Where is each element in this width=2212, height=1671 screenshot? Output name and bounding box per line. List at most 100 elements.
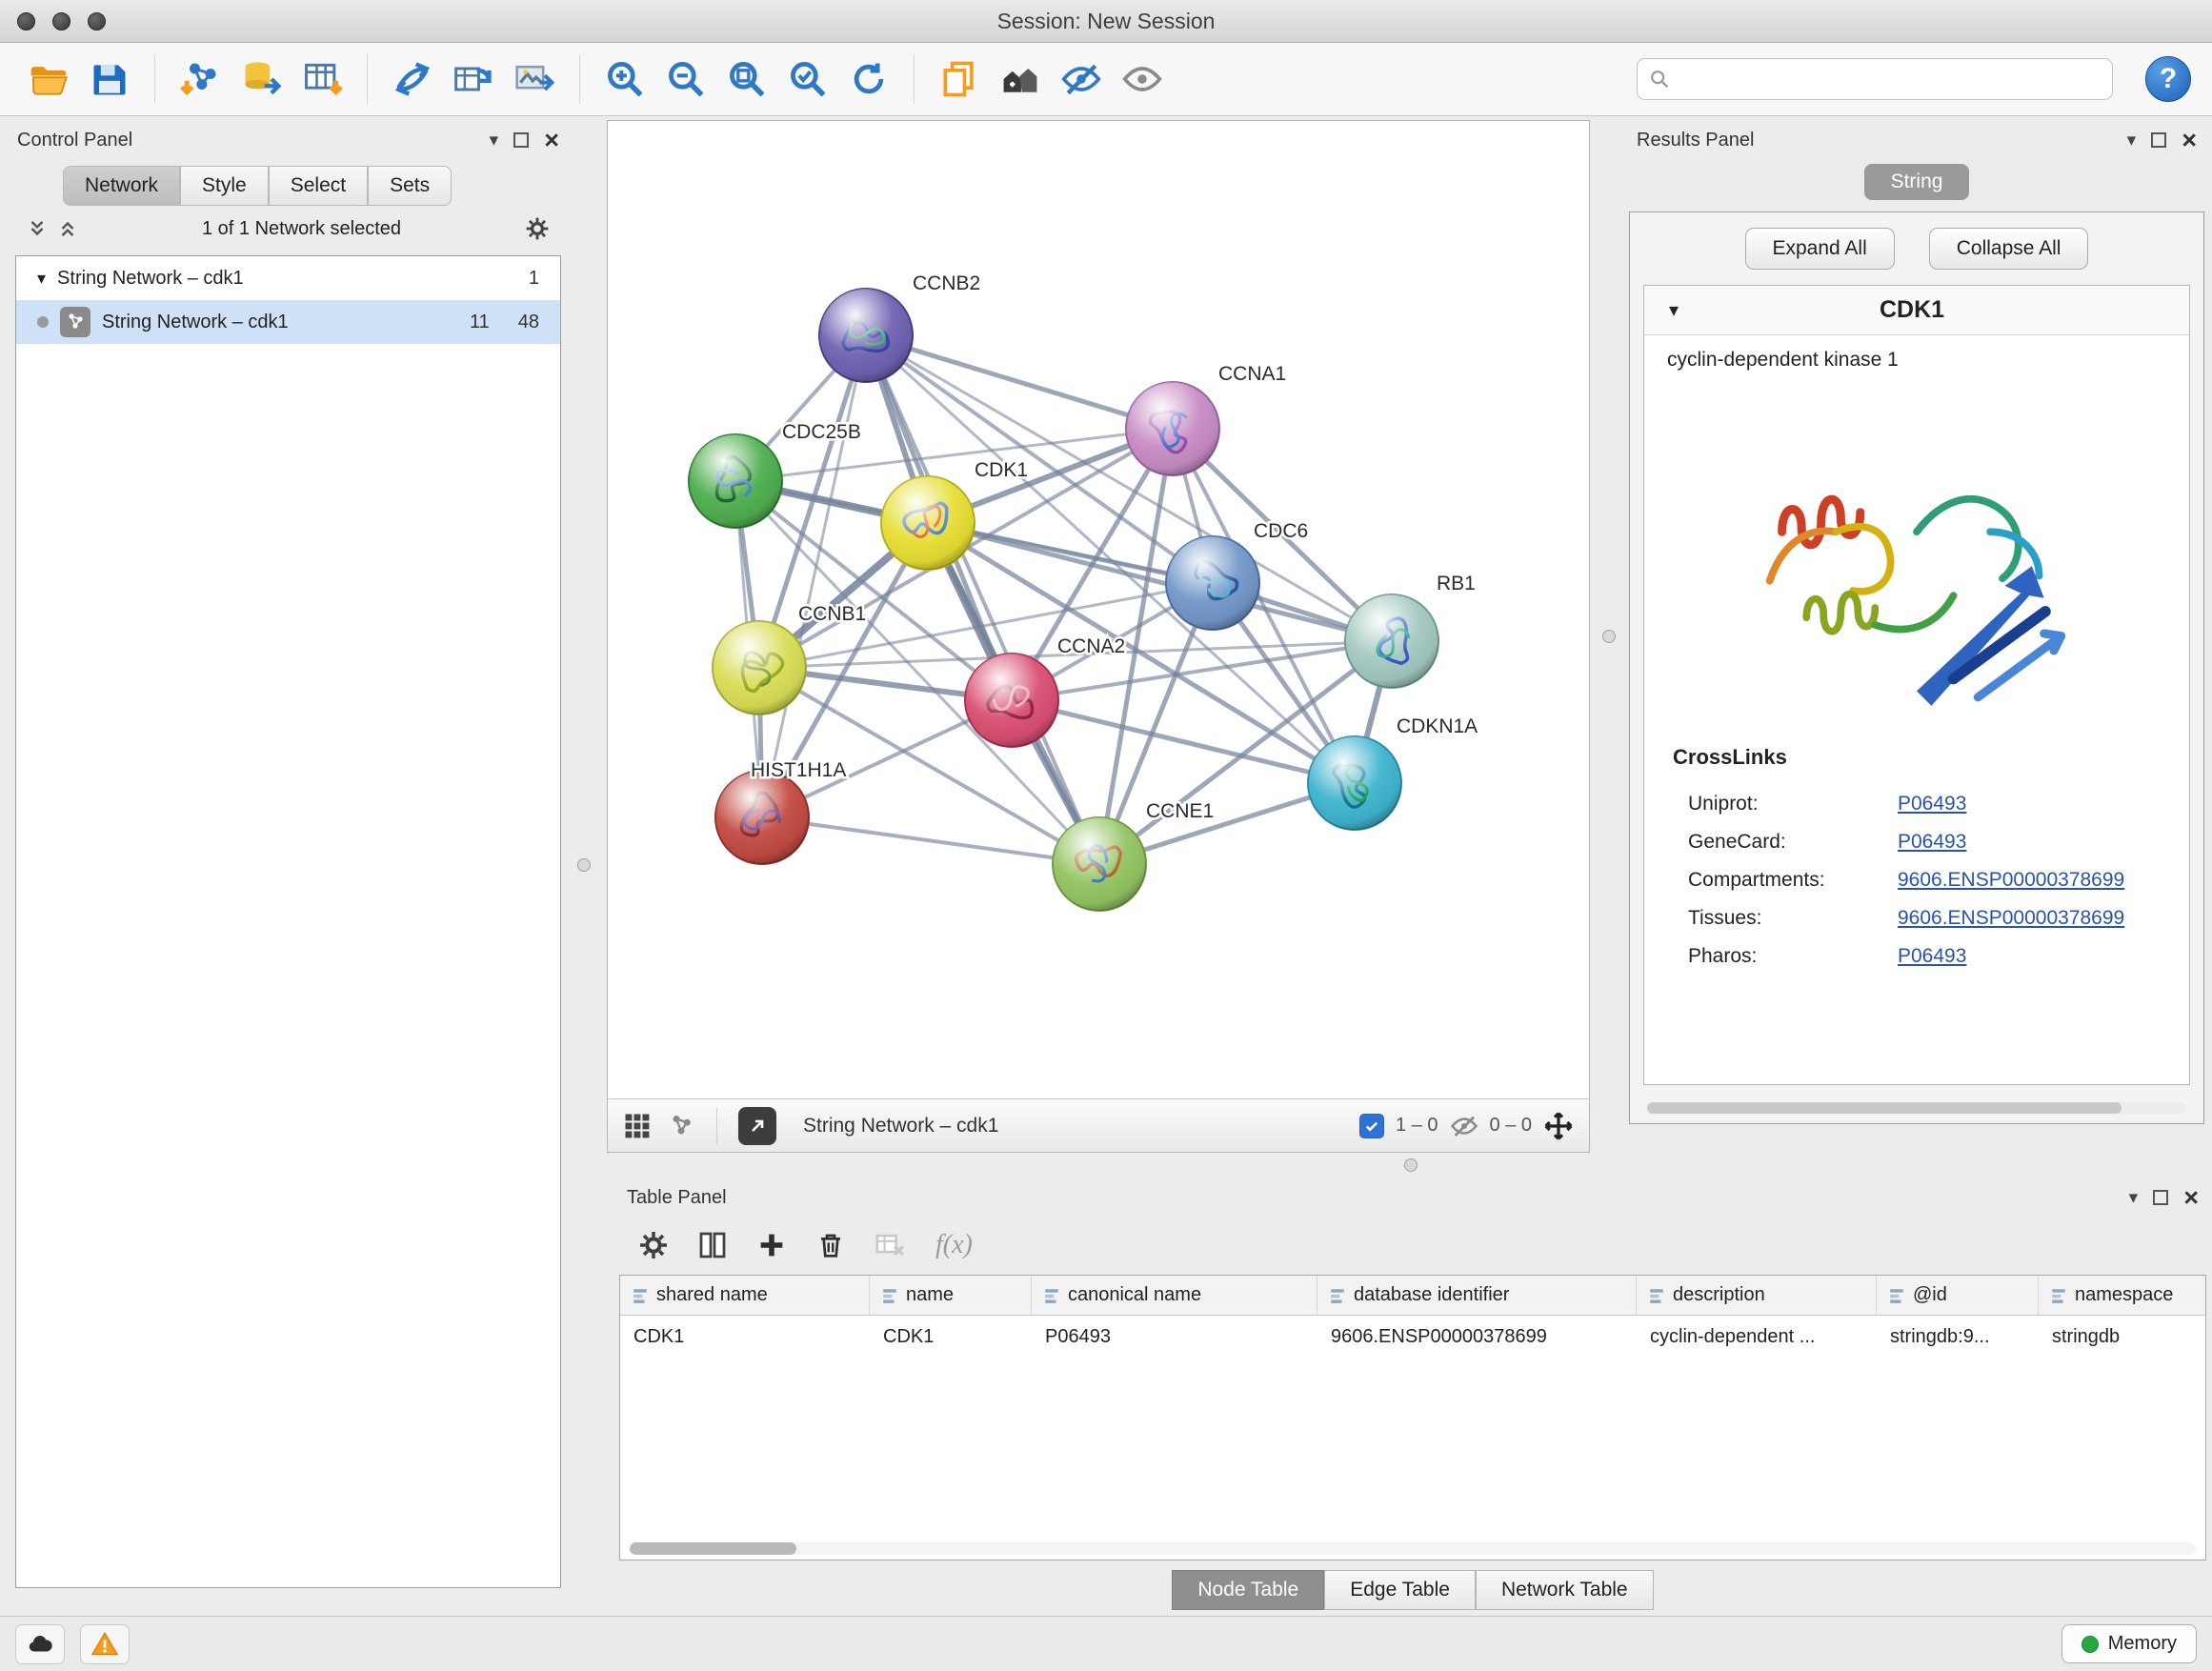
save-session-button[interactable] — [82, 51, 137, 107]
network-view-icon[interactable] — [667, 1112, 695, 1140]
minimize-window-button[interactable] — [52, 12, 70, 30]
column-header[interactable]: name — [870, 1276, 1032, 1315]
open-in-new-window-button[interactable] — [738, 1107, 776, 1145]
panel-menu-icon[interactable]: ▾ — [2127, 131, 2137, 150]
zoom-out-button[interactable] — [658, 51, 714, 107]
hidden-eye-slash-icon[interactable] — [1450, 1112, 1478, 1140]
close-panel-icon[interactable]: × — [2182, 128, 2197, 153]
import-network-from-database-button[interactable] — [233, 51, 289, 107]
float-panel-icon[interactable] — [2153, 1190, 2168, 1205]
network-row-selected[interactable]: String Network – cdk1 11 48 — [16, 300, 560, 344]
tree-expand-icon[interactable]: ▾ — [37, 269, 46, 289]
scrollbar-thumb[interactable] — [630, 1542, 796, 1555]
delete-column-trash-icon[interactable] — [815, 1230, 846, 1260]
column-header[interactable]: shared name — [620, 1276, 870, 1315]
tab-sets[interactable]: Sets — [368, 166, 452, 206]
crosslink-link[interactable]: P06493 — [1898, 793, 1966, 815]
close-window-button[interactable] — [17, 12, 35, 30]
network-node-CCNB2[interactable]: CCNB2 — [819, 272, 980, 382]
zoom-fit-button[interactable] — [719, 51, 774, 107]
tab-network-table[interactable]: Network Table — [1476, 1570, 1654, 1610]
grid-view-icon[interactable] — [623, 1112, 652, 1140]
tab-network[interactable]: Network — [63, 166, 180, 206]
gear-icon[interactable] — [525, 216, 550, 241]
cell-id[interactable]: stringdb:9... — [1877, 1326, 2039, 1348]
network-edge-CCNB2-CCNA1[interactable] — [866, 335, 1173, 429]
add-column-icon[interactable] — [756, 1230, 787, 1260]
memory-button[interactable]: Memory — [2061, 1624, 2197, 1663]
tab-node-table[interactable]: Node Table — [1172, 1570, 1324, 1610]
float-panel-icon[interactable] — [513, 132, 529, 148]
panel-menu-icon[interactable]: ▾ — [2129, 1189, 2139, 1207]
tab-edge-table[interactable]: Edge Table — [1324, 1570, 1476, 1610]
cell-name[interactable]: CDK1 — [870, 1326, 1032, 1348]
column-header[interactable]: namespace — [2039, 1276, 2205, 1315]
cell-database-identifier[interactable]: 9606.ENSP00000378699 — [1317, 1326, 1637, 1348]
selection-checkbox[interactable] — [1359, 1114, 1384, 1138]
cell-description[interactable]: cyclin-dependent ... — [1637, 1326, 1877, 1348]
close-panel-icon[interactable]: × — [2183, 1185, 2199, 1211]
results-horizontal-scrollbar[interactable] — [1647, 1102, 2186, 1114]
import-network-from-file-button[interactable] — [172, 51, 228, 107]
float-panel-icon[interactable] — [2151, 132, 2166, 148]
copy-document-button[interactable] — [932, 51, 987, 107]
expand-all-icon[interactable] — [57, 218, 78, 239]
cell-shared-name[interactable]: CDK1 — [620, 1326, 870, 1348]
cloud-status-button[interactable] — [15, 1624, 65, 1664]
zoom-in-button[interactable] — [597, 51, 653, 107]
open-session-button[interactable] — [21, 51, 76, 107]
network-node-CCNA1[interactable]: CCNA1 — [1126, 363, 1286, 475]
crosslink-link[interactable]: P06493 — [1898, 945, 1966, 968]
function-builder-icon[interactable]: f(x) — [935, 1230, 973, 1260]
column-header[interactable]: description — [1637, 1276, 1877, 1315]
panel-menu-icon[interactable]: ▾ — [490, 131, 499, 150]
export-image-button[interactable] — [507, 51, 562, 107]
left-splitter-handle[interactable] — [577, 858, 591, 872]
collapse-all-button[interactable]: Collapse All — [1929, 228, 2089, 270]
column-header[interactable]: canonical name — [1032, 1276, 1317, 1315]
cell-namespace[interactable]: stringdb — [2039, 1326, 2205, 1348]
collapse-section-icon[interactable]: ▾ — [1669, 298, 1679, 322]
bottom-splitter-handle[interactable] — [1404, 1158, 1418, 1172]
network-node-CCNB1[interactable]: CCNB1 — [713, 603, 866, 715]
hide-graphics-details-button[interactable] — [1054, 51, 1109, 107]
network-collection-row[interactable]: ▾ String Network – cdk1 1 — [16, 256, 560, 300]
cell-canonical-name[interactable]: P06493 — [1032, 1326, 1317, 1348]
tab-style[interactable]: Style — [180, 166, 269, 206]
crosslink-link[interactable]: 9606.ENSP00000378699 — [1898, 869, 2124, 892]
right-splitter-handle[interactable] — [1602, 630, 1616, 643]
search-input[interactable] — [1679, 69, 2101, 91]
network-canvas[interactable]: CCNB2CCNA1CDC25BCDK1CDC6RB1CCNB1CCNA2CDK… — [608, 121, 1589, 1098]
zoom-window-button[interactable] — [88, 12, 106, 30]
expand-all-button[interactable]: Expand All — [1745, 228, 1895, 270]
table-settings-gear-icon[interactable] — [638, 1230, 669, 1260]
select-columns-icon[interactable] — [697, 1230, 728, 1260]
close-panel-icon[interactable]: × — [544, 128, 559, 153]
network-node-HIST1H1A[interactable]: HIST1H1A — [715, 759, 846, 864]
column-header[interactable]: @id — [1877, 1276, 2039, 1315]
show-graphics-details-button[interactable] — [1115, 51, 1170, 107]
export-table-button[interactable] — [446, 51, 501, 107]
crosslink-link[interactable]: 9606.ENSP00000378699 — [1898, 907, 2124, 930]
tab-select[interactable]: Select — [269, 166, 368, 206]
zoom-selected-button[interactable] — [780, 51, 835, 107]
network-edge-CCNB2-HIST1H1A[interactable] — [762, 335, 866, 817]
network-node-CDK1[interactable]: CDK1 — [881, 459, 1028, 570]
network-node-CDKN1A[interactable]: CDKN1A — [1308, 715, 1478, 830]
import-table-from-file-button[interactable] — [294, 51, 350, 107]
apply-layout-button[interactable] — [841, 51, 896, 107]
scrollbar-thumb[interactable] — [1647, 1102, 2122, 1114]
network-node-RB1[interactable]: RB1 — [1345, 573, 1476, 688]
pan-crosshair-icon[interactable] — [1543, 1111, 1574, 1141]
network-edge-CCNB2-CCNE1[interactable] — [866, 335, 1099, 864]
table-row[interactable]: CDK1 CDK1 P06493 9606.ENSP00000378699 cy… — [620, 1316, 2205, 1358]
crosslink-link[interactable]: P06493 — [1898, 831, 1966, 854]
column-header[interactable]: database identifier — [1317, 1276, 1637, 1315]
network-from-selection-button[interactable] — [385, 51, 440, 107]
protein-card-header[interactable]: ▾ CDK1 — [1644, 286, 2189, 335]
string-tab-badge[interactable]: String — [1864, 164, 1970, 200]
collapse-all-icon[interactable] — [27, 218, 48, 239]
warnings-button[interactable] — [80, 1624, 130, 1664]
network-edge-HIST1H1A-CCNE1[interactable] — [762, 817, 1099, 864]
table-horizontal-scrollbar[interactable] — [630, 1542, 2196, 1555]
